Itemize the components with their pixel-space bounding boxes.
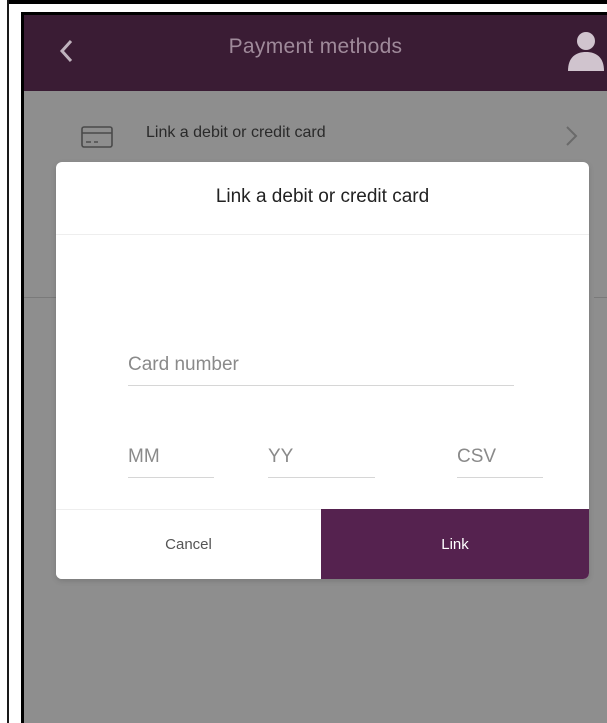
- person-icon: [568, 32, 604, 71]
- list-divider: [594, 297, 607, 298]
- credit-card-icon: [81, 125, 113, 149]
- chevron-right-icon: [564, 122, 580, 150]
- card-number-field: [128, 344, 514, 386]
- list-divider: [24, 297, 60, 298]
- csv-field: [457, 436, 543, 478]
- card-number-input[interactable]: [128, 344, 514, 385]
- expiry-month-input[interactable]: [128, 436, 214, 477]
- link-card-dialog: Link a debit or credit card Cancel Link: [56, 162, 589, 579]
- link-button[interactable]: Link: [321, 509, 589, 579]
- dialog-header: Link a debit or credit card: [56, 162, 589, 235]
- expiry-year-input[interactable]: [268, 436, 375, 477]
- window-top-border: [7, 0, 607, 4]
- list-item-label: Link a debit or credit card: [146, 124, 326, 141]
- dialog-actions: Cancel Link: [56, 509, 589, 579]
- dialog-title: Link a debit or credit card: [215, 186, 430, 207]
- account-button[interactable]: [564, 27, 607, 71]
- list-item-link-card[interactable]: Link a debit or credit card: [24, 105, 607, 159]
- csv-input[interactable]: [457, 436, 543, 477]
- app-bar: Payment methods: [24, 15, 607, 91]
- app-screen: Payment methods Link a debit or credit c…: [21, 12, 607, 723]
- page-title: Payment methods: [228, 35, 403, 58]
- window-left-border: [7, 0, 9, 723]
- expiry-month-field: [128, 436, 214, 478]
- expiry-year-field: [268, 436, 375, 478]
- screenshot-frame: Payment methods Link a debit or credit c…: [0, 0, 607, 723]
- cancel-button[interactable]: Cancel: [56, 509, 321, 579]
